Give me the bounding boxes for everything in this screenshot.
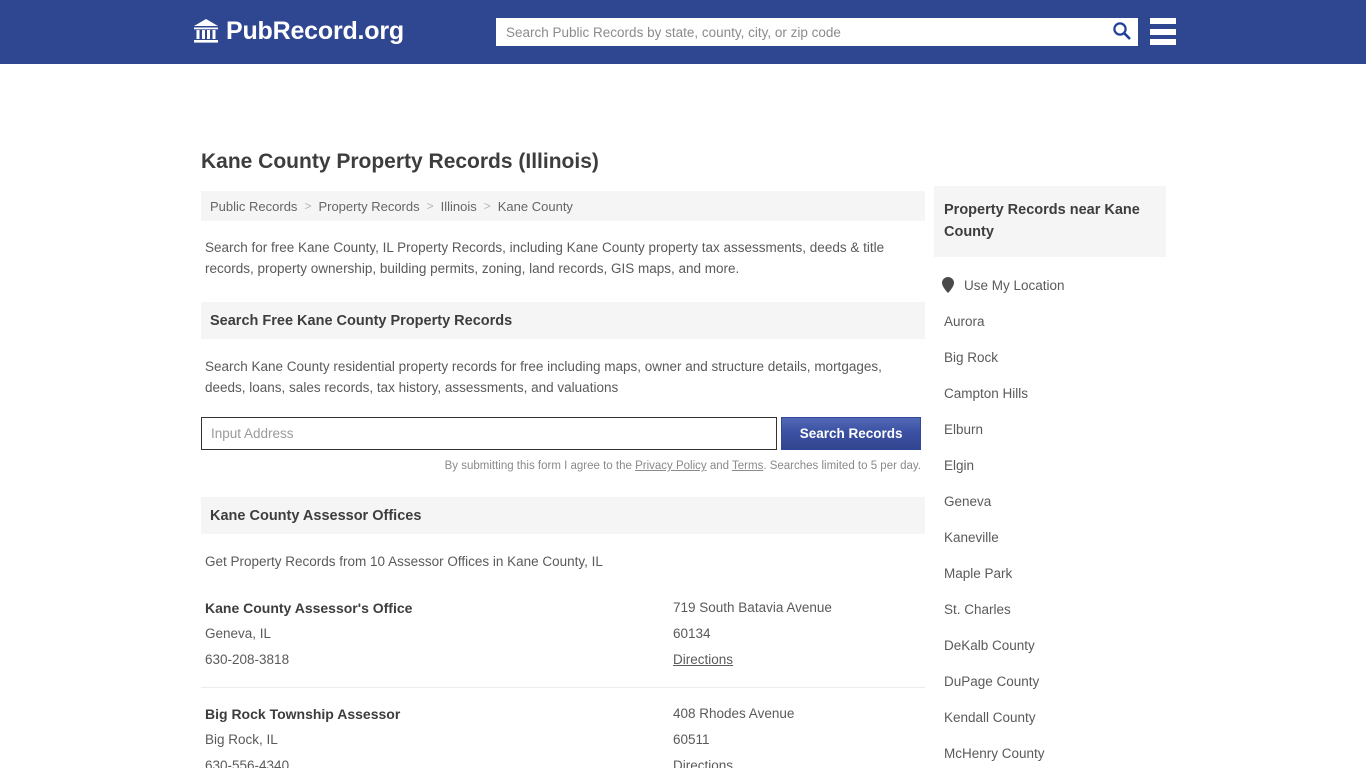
office-details: Kane County Assessor's Office Geneva, IL…	[205, 595, 673, 673]
sidebar-list: Use My Location Aurora Big Rock Campton …	[934, 267, 1166, 768]
search-records-button[interactable]: Search Records	[781, 417, 921, 450]
assessor-office-list: Kane County Assessor's Office Geneva, IL…	[201, 582, 925, 768]
map-pin-icon	[940, 276, 964, 294]
sidebar-item-label: McHenry County	[944, 745, 1045, 761]
office-city-state: Big Rock, IL	[205, 732, 278, 747]
office-street: 719 South Batavia Avenue	[673, 600, 832, 615]
disclaimer-mid-text: and	[706, 460, 733, 472]
breadcrumb: Public Records > Property Records > Illi…	[201, 191, 925, 221]
global-search-bar	[496, 18, 1138, 46]
office-zip: 60511	[673, 732, 710, 747]
sidebar-item-label: DuPage County	[944, 673, 1040, 689]
address-search-form: Search Records	[201, 417, 921, 450]
disclaimer-suffix-text: . Searches limited to 5 per day.	[763, 460, 921, 472]
hamburger-bar	[1150, 18, 1176, 24]
office-zip: 60134	[673, 626, 711, 641]
office-address: 408 Rhodes Avenue 60511 Directions	[673, 701, 921, 768]
sidebar-item-st-charles[interactable]: St. Charles	[934, 591, 1166, 627]
sidebar-item-campton-hills[interactable]: Campton Hills	[934, 375, 1166, 411]
disclaimer-prefix-text: By submitting this form I agree to the	[444, 460, 636, 472]
sidebar-item-label: Kendall County	[944, 709, 1036, 725]
sidebar-item-label: Geneva	[944, 493, 992, 509]
breadcrumb-item-public-records[interactable]: Public Records	[210, 199, 297, 214]
site-logo-text: PubRecord.org	[226, 17, 404, 45]
search-section-description: Search Kane County residential property …	[205, 359, 882, 395]
office-phone: 630-556-4340	[205, 758, 290, 768]
breadcrumb-item-illinois[interactable]: Illinois	[441, 199, 477, 214]
sidebar-item-label: Kaneville	[944, 529, 999, 545]
office-directions-link[interactable]: Directions	[673, 753, 921, 768]
global-search-input[interactable]	[496, 19, 1104, 45]
bank-building-icon	[193, 17, 219, 45]
table-row: Kane County Assessor's Office Geneva, IL…	[201, 582, 925, 688]
main-content-column: Kane County Property Records (Illinois) …	[201, 149, 925, 768]
sidebar-item-label: Use My Location	[964, 277, 1065, 293]
office-name: Kane County Assessor's Office	[205, 600, 413, 616]
privacy-policy-link[interactable]: Privacy Policy	[635, 460, 707, 472]
form-disclaimer: By submitting this form I agree to the P…	[201, 459, 921, 474]
breadcrumb-separator-icon: >	[483, 199, 491, 213]
office-address: 719 South Batavia Avenue 60134 Direction…	[673, 595, 921, 673]
sidebar-item-elgin[interactable]: Elgin	[934, 447, 1166, 483]
sidebar-item-label: Maple Park	[944, 565, 1013, 581]
sidebar-item-label: Big Rock	[944, 349, 999, 365]
global-search-submit-button[interactable]	[1104, 18, 1138, 46]
sidebar-item-dekalb-county[interactable]: DeKalb County	[934, 627, 1166, 663]
sidebar-item-label: Elburn	[944, 421, 984, 437]
breadcrumb-item-kane-county[interactable]: Kane County	[498, 199, 573, 214]
breadcrumb-item-property-records[interactable]: Property Records	[318, 199, 419, 214]
office-directions-link[interactable]: Directions	[673, 647, 921, 673]
table-row: Big Rock Township Assessor Big Rock, IL …	[201, 688, 925, 768]
sidebar-item-label: Campton Hills	[944, 385, 1029, 401]
site-header: PubRecord.org	[0, 0, 1366, 64]
sidebar-item-kendall-county[interactable]: Kendall County	[934, 699, 1166, 735]
terms-link[interactable]: Terms	[732, 460, 763, 472]
sidebar-item-geneva[interactable]: Geneva	[934, 483, 1166, 519]
sidebar-item-kaneville[interactable]: Kaneville	[934, 519, 1166, 555]
assessor-section-description: Get Property Records from 10 Assessor Of…	[205, 554, 603, 569]
office-street: 408 Rhodes Avenue	[673, 706, 795, 721]
hamburger-bar	[1150, 28, 1176, 35]
breadcrumb-separator-icon: >	[426, 199, 434, 213]
page-intro-text: Search for free Kane County, IL Property…	[205, 240, 885, 276]
breadcrumb-separator-icon: >	[304, 199, 312, 213]
office-phone: 630-208-3818	[205, 652, 290, 667]
sidebar-item-label: Elgin	[944, 457, 975, 473]
sidebar-item-elburn[interactable]: Elburn	[934, 411, 1166, 447]
sidebar-item-big-rock[interactable]: Big Rock	[934, 339, 1166, 375]
nearby-records-sidebar: Property Records near Kane County Use My…	[934, 186, 1166, 768]
search-section-heading: Search Free Kane County Property Records	[201, 302, 925, 339]
hamburger-menu-icon[interactable]	[1150, 18, 1176, 45]
sidebar-item-dupage-county[interactable]: DuPage County	[934, 663, 1166, 699]
office-name: Big Rock Township Assessor	[205, 706, 401, 722]
address-search-input[interactable]	[201, 417, 778, 450]
office-city-state: Geneva, IL	[205, 626, 272, 641]
sidebar-item-label: DeKalb County	[944, 637, 1035, 653]
sidebar-item-use-my-location[interactable]: Use My Location	[934, 267, 1166, 303]
assessor-section-heading: Kane County Assessor Offices	[201, 497, 925, 534]
hamburger-bar	[1150, 39, 1176, 45]
sidebar-item-aurora[interactable]: Aurora	[934, 303, 1166, 339]
sidebar-item-label: St. Charles	[944, 601, 1011, 617]
sidebar-item-label: Aurora	[944, 313, 985, 329]
sidebar-heading: Property Records near Kane County	[934, 186, 1166, 257]
sidebar-item-maple-park[interactable]: Maple Park	[934, 555, 1166, 591]
office-details: Big Rock Township Assessor Big Rock, IL …	[205, 701, 673, 768]
search-icon	[1112, 21, 1131, 43]
site-logo[interactable]: PubRecord.org	[193, 17, 404, 45]
sidebar-item-mchenry-county[interactable]: McHenry County	[934, 735, 1166, 768]
page-title: Kane County Property Records (Illinois)	[201, 150, 599, 173]
